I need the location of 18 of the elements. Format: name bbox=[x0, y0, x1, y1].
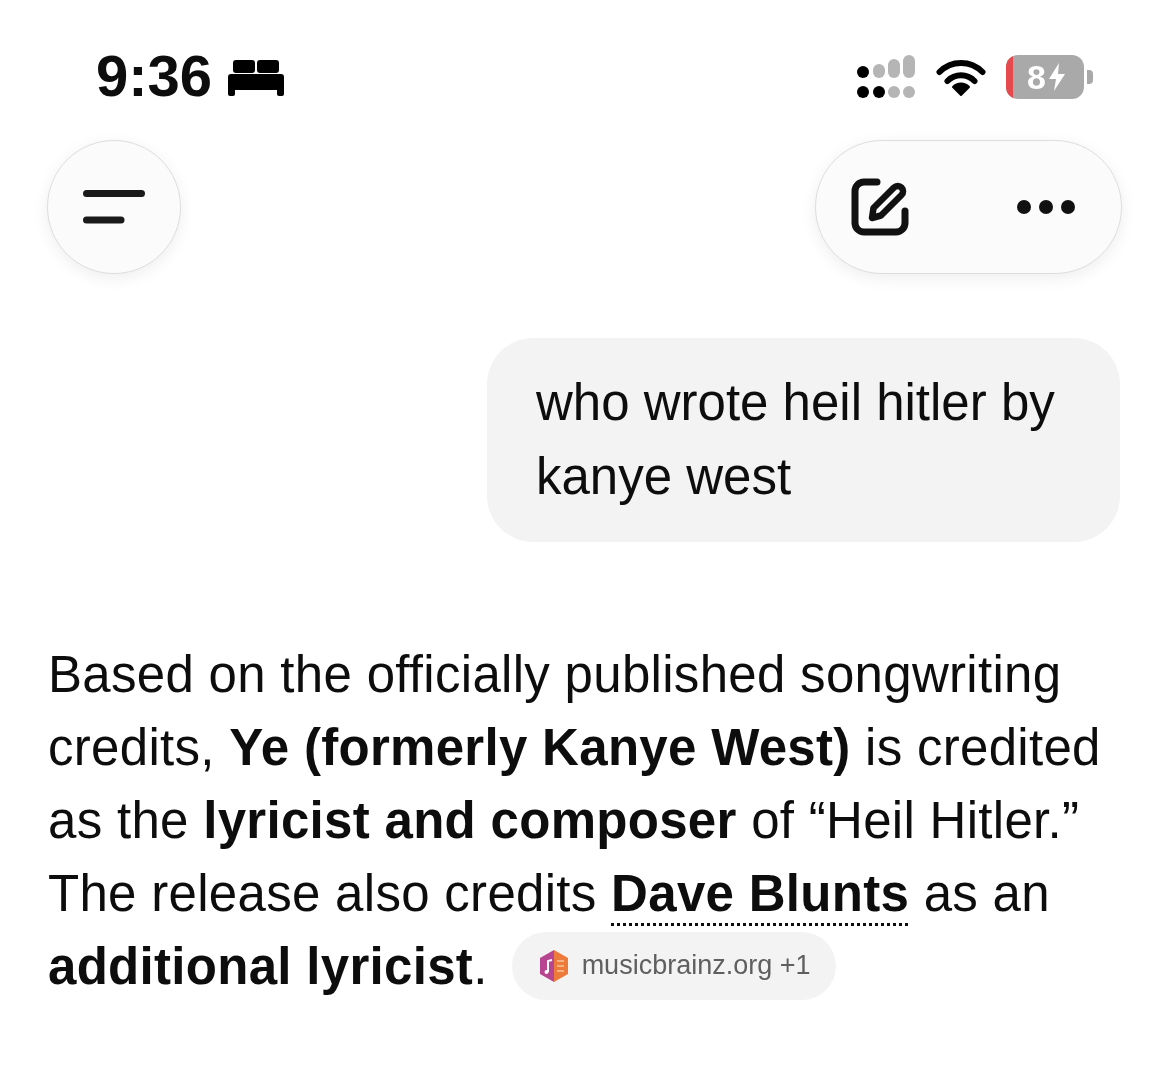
more-button[interactable] bbox=[1017, 200, 1075, 214]
edit-icon bbox=[850, 177, 910, 237]
source-chip[interactable]: musicbrainz.org +1 bbox=[511, 931, 837, 1000]
site-logo-icon bbox=[539, 949, 568, 982]
clock-time: 9:36 bbox=[96, 47, 213, 105]
lightning-bolt-icon bbox=[1047, 63, 1066, 91]
wifi-icon bbox=[936, 57, 986, 97]
source-label: musicbrainz.org +1 bbox=[581, 952, 811, 980]
battery-percent: 8 bbox=[1027, 60, 1046, 94]
battery-terminal bbox=[1087, 70, 1093, 84]
user-message-bubble: who wrote heil hitler by kanye west bbox=[487, 338, 1120, 542]
new-chat-button[interactable] bbox=[850, 177, 910, 237]
artist-link[interactable]: Dave Blunts bbox=[611, 865, 910, 922]
battery-low-strip bbox=[1006, 55, 1013, 99]
menu-icon bbox=[83, 190, 145, 224]
more-icon bbox=[1017, 200, 1075, 214]
cellular-signal-icon bbox=[856, 55, 916, 99]
bed-icon bbox=[228, 60, 285, 96]
